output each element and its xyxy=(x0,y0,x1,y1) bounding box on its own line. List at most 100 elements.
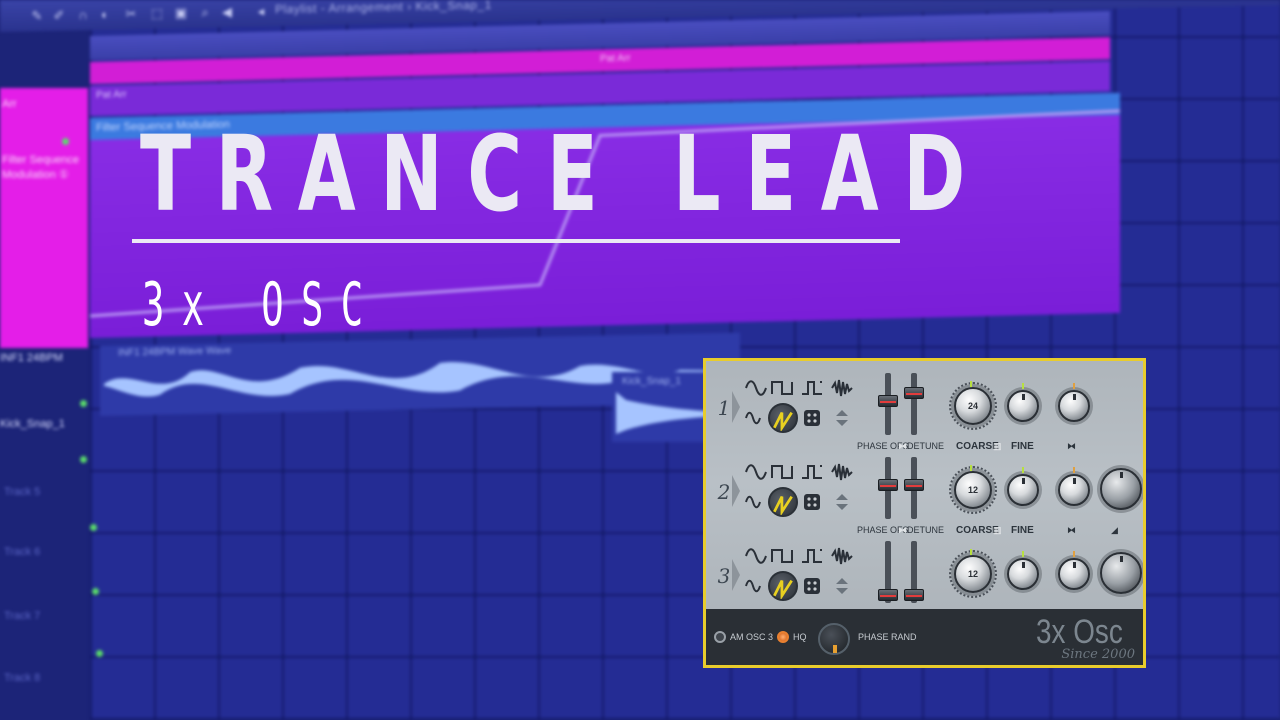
detune-fader[interactable] xyxy=(904,589,924,601)
pattern-clip-label: Pat Arr xyxy=(600,52,631,65)
track-label-audio[interactable]: INF1 24BPM xyxy=(0,352,90,364)
fine-knob[interactable] xyxy=(1007,474,1039,506)
oscillator-3: 3 12 xyxy=(706,533,1143,617)
plugin-tagline: Since 2000 xyxy=(1061,647,1135,662)
stereo-phase-marker xyxy=(1073,467,1075,473)
track-led[interactable] xyxy=(90,524,97,531)
slice-icon[interactable]: ✂ xyxy=(124,6,138,21)
noise-wave-icon[interactable] xyxy=(830,461,854,483)
oscillator-1: 1 24 PHASE OFS ⧓ DETUNE COARSE ▥ FINE ⧓ xyxy=(706,365,1143,452)
stereo-phase-knob[interactable] xyxy=(1058,558,1090,590)
random-dice-icon[interactable] xyxy=(800,407,824,429)
stereo-phase-knob[interactable] xyxy=(1058,474,1090,506)
detune-fader[interactable] xyxy=(904,387,924,399)
plugin-bottom-bar: AM OSC 3 HQ PHASE RAND 3x Osc Since 2000 xyxy=(706,609,1143,665)
noise-wave-icon[interactable] xyxy=(830,377,854,399)
sidebar-text-0: Arr xyxy=(2,98,17,110)
oscillator-2: 2 12 PHASE OFS ⧓ DETUNE COARSE ▥ FINE ⧓ ◢ xyxy=(706,449,1143,536)
osc-arrow-icon xyxy=(732,475,740,507)
coarse-marker xyxy=(970,465,972,471)
track-led[interactable] xyxy=(80,456,87,463)
track-header-automation[interactable]: Arr Filter Sequence Modulation ① xyxy=(0,88,88,348)
track-led[interactable] xyxy=(92,588,99,595)
random-dice-icon[interactable] xyxy=(800,575,824,597)
stereo-phase-marker xyxy=(1073,551,1075,557)
osc-arrow-icon xyxy=(732,559,740,591)
track-name-7[interactable]: Track 7 xyxy=(4,610,40,622)
video-title: TRANCE LEAD xyxy=(140,113,990,235)
detune-fader-track xyxy=(911,373,917,435)
saw-wave-icon[interactable] xyxy=(768,487,798,517)
shape-arrows-icon[interactable] xyxy=(830,407,854,429)
mix-level-knob[interactable] xyxy=(1100,552,1142,594)
fine-marker xyxy=(1022,467,1024,473)
square-wave-icon[interactable] xyxy=(770,545,794,567)
square-wave-icon[interactable] xyxy=(770,377,794,399)
video-subtitle: 3x OSC xyxy=(142,270,381,340)
sine-wave-icon[interactable] xyxy=(744,545,768,567)
coarse-value: 24 xyxy=(967,401,978,411)
track-label-kick[interactable]: Kick_Snap_1 xyxy=(0,418,90,430)
am-osc3-toggle[interactable] xyxy=(714,631,726,643)
phase-offset-fader[interactable] xyxy=(878,589,898,601)
stereo-phase-knob[interactable] xyxy=(1058,390,1090,422)
track-name-8[interactable]: Track 8 xyxy=(4,672,40,684)
triangle-wave-icon[interactable] xyxy=(744,575,768,597)
saw-wave-icon[interactable] xyxy=(768,571,798,601)
square-wave-icon[interactable] xyxy=(770,461,794,483)
pattern-clip-label-2: Pat Arr xyxy=(96,89,127,101)
zoom-icon[interactable]: ⌕ xyxy=(198,5,212,20)
track-led[interactable] xyxy=(96,650,103,657)
fine-marker xyxy=(1022,383,1024,389)
sine-wave-icon[interactable] xyxy=(744,461,768,483)
hq-toggle[interactable] xyxy=(777,631,789,643)
sidebar-text-2: Modulation ① xyxy=(2,169,69,181)
sidebar-text-1: Filter Sequence xyxy=(2,154,80,166)
phase-offset-fader[interactable] xyxy=(878,479,898,491)
detune-fader[interactable] xyxy=(904,479,924,491)
track-led[interactable] xyxy=(80,400,87,407)
noise-wave-icon[interactable] xyxy=(830,545,854,567)
coarse-marker xyxy=(970,549,972,555)
coarse-knob[interactable]: 12 xyxy=(954,471,992,509)
coarse-value: 12 xyxy=(967,569,978,579)
brush-icon[interactable]: ✐ xyxy=(52,8,66,23)
pulse-wave-icon[interactable] xyxy=(800,461,824,483)
coarse-knob[interactable]: 12 xyxy=(954,555,992,593)
phase-offset-fader[interactable] xyxy=(878,395,898,407)
track-name-6[interactable]: Track 6 xyxy=(4,546,40,558)
coarse-marker xyxy=(970,381,972,387)
pulse-wave-icon[interactable] xyxy=(800,545,824,567)
select-icon[interactable]: ⬚ xyxy=(150,6,164,21)
speaker-icon[interactable]: ◀ xyxy=(220,4,234,19)
title-underline xyxy=(132,239,900,243)
sine-wave-icon[interactable] xyxy=(744,377,768,399)
phase-rand-knob[interactable] xyxy=(818,623,850,655)
track-led[interactable] xyxy=(62,138,69,145)
mute-icon[interactable]: ◐ xyxy=(98,7,112,22)
coarse-knob[interactable]: 24 xyxy=(954,387,992,425)
playlist-title: Playlist - Arrangement › Kick_Snap_1 xyxy=(275,0,492,17)
triangle-wave-icon[interactable] xyxy=(744,491,768,513)
magnet-icon[interactable]: ∩ xyxy=(76,7,90,22)
select-box-icon[interactable]: ▣ xyxy=(174,5,188,20)
pulse-wave-icon[interactable] xyxy=(800,377,824,399)
saw-wave-icon[interactable] xyxy=(768,403,798,433)
track-name-5[interactable]: Track 5 xyxy=(4,486,40,498)
fine-knob[interactable] xyxy=(1007,558,1039,590)
nav-arrow-icon[interactable]: ◂ xyxy=(254,3,268,18)
shape-arrows-icon[interactable] xyxy=(830,575,854,597)
triangle-wave-icon[interactable] xyxy=(744,407,768,429)
random-dice-icon[interactable] xyxy=(800,491,824,513)
coarse-value: 12 xyxy=(967,485,978,495)
am-osc3-label: AM OSC 3 xyxy=(730,632,774,642)
pencil-icon[interactable]: ✎ xyxy=(30,8,44,23)
osc-arrow-icon xyxy=(732,391,740,423)
mix-level-knob[interactable] xyxy=(1100,468,1142,510)
fine-knob[interactable] xyxy=(1007,390,1039,422)
phase-rand-label: PHASE RAND xyxy=(858,632,917,642)
hq-label: HQ xyxy=(793,632,807,642)
3x-osc-plugin[interactable]: 1 24 PHASE OFS ⧓ DETUNE COARSE ▥ FINE ⧓ 2 12 PHASE … xyxy=(703,358,1146,668)
stereo-phase-marker xyxy=(1073,383,1075,389)
shape-arrows-icon[interactable] xyxy=(830,491,854,513)
